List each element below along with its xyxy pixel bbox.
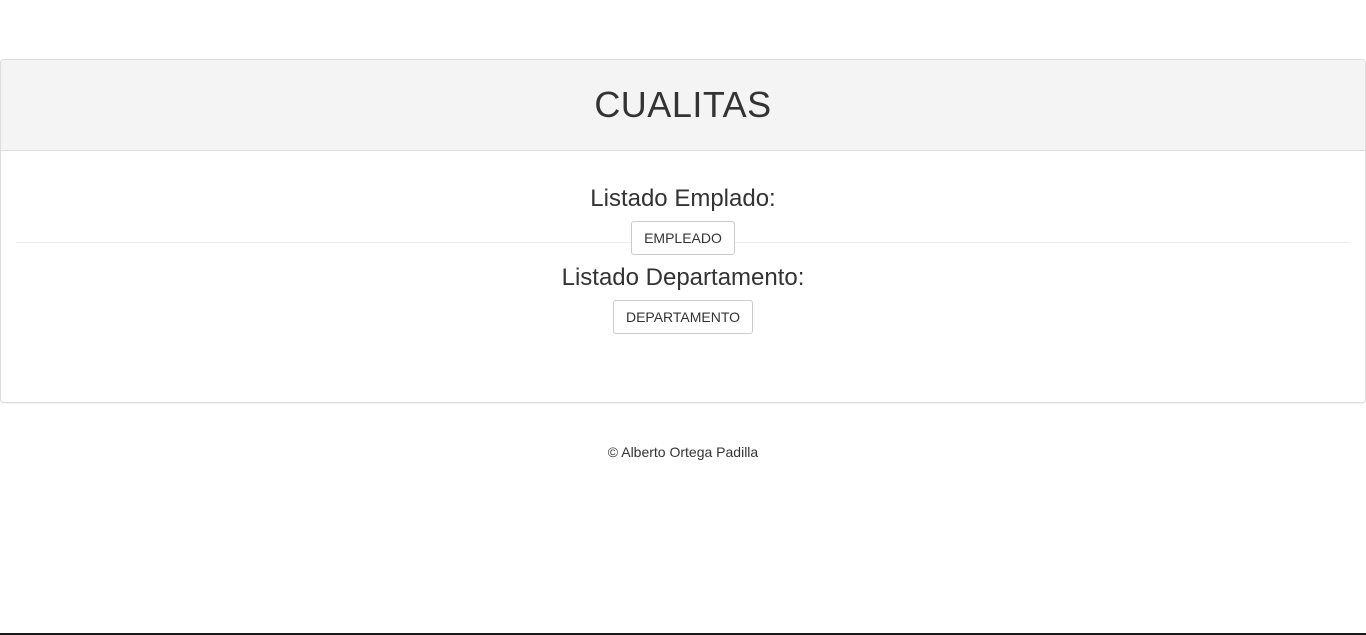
section-empleado: Listado Emplado: EMPLEADO [16,151,1350,255]
footer: © Alberto Ortega Padilla [0,444,1366,460]
page-title: CUALITAS [594,84,772,125]
panel-body: Listado Emplado: EMPLEADO Listado Depart… [1,151,1365,334]
empleado-button[interactable]: EMPLEADO [631,221,735,255]
section-departamento: Listado Departamento: DEPARTAMENTO [16,243,1350,334]
section-heading-departamento: Listado Departamento: [561,264,805,291]
section-heading-empleado: Listado Emplado: [590,185,776,212]
departamento-button[interactable]: DEPARTAMENTO [612,300,754,334]
panel-heading: CUALITAS [1,60,1365,151]
footer-copyright: © Alberto Ortega Padilla [607,444,759,460]
main-panel: CUALITAS Listado Emplado: EMPLEADO Lista… [0,59,1366,403]
